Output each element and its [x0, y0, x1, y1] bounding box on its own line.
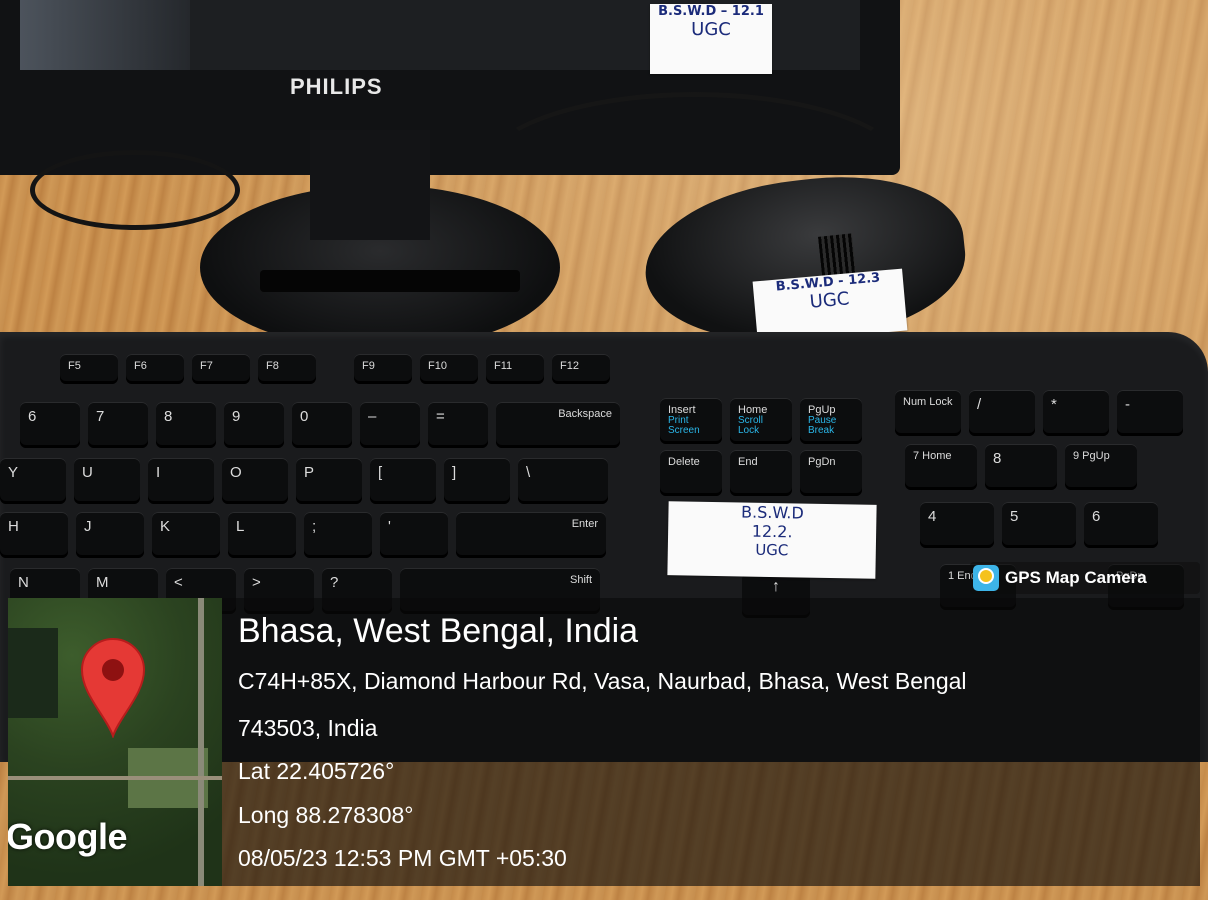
tag-code: B.S.W.D – 12.1 [658, 4, 764, 19]
key-numpad-minus: - [1117, 390, 1183, 436]
monitor-stand-neck [310, 130, 430, 240]
key-6: 6 [20, 402, 80, 448]
latitude: Lat 22.405726° [238, 758, 395, 784]
stand-slot [260, 270, 520, 292]
key-num-lock: Num Lock [895, 390, 961, 436]
home-letter-row: H J K L ; ' Enter [0, 512, 606, 558]
key-f12: F12 [552, 354, 610, 384]
key-numpad-6: 6 [1084, 502, 1158, 548]
key-delete: Delete [660, 450, 722, 496]
key-insert: Insert Print Screen [660, 398, 722, 444]
badge-label: GPS Map Camera [1005, 568, 1147, 587]
gps-camera-app-icon [973, 565, 999, 591]
map-road [198, 598, 204, 886]
key-quote: ' [380, 512, 448, 558]
key-minus: – [360, 402, 420, 448]
key-p: P [296, 458, 362, 504]
key-sublabel: Print Screen [668, 415, 700, 436]
key-8: 8 [156, 402, 216, 448]
longitude: Long 88.278308° [238, 802, 414, 828]
key-sublabel: Scroll Lock [738, 415, 764, 436]
key-f10: F10 [420, 354, 478, 384]
location-pin-icon [80, 638, 146, 738]
address-line-1: C74H+85X, Diamond Harbour Rd, Vasa, Naur… [238, 668, 967, 694]
function-key-row: F5 F6 F7 F8 F9 F10 F11 F12 [60, 354, 610, 384]
key-k: K [152, 512, 220, 558]
key-i: I [148, 458, 214, 504]
key-numpad-8: 8 [985, 444, 1057, 490]
key-semicolon: ; [304, 512, 372, 558]
map-water-area [8, 628, 58, 718]
cable [30, 150, 240, 230]
timestamp: 08/05/23 12:53 PM GMT +05:30 [238, 845, 567, 871]
numpad-row-1: Num Lock / * - [895, 390, 1183, 436]
key-l: L [228, 512, 296, 558]
key-numpad-4: 4 [920, 502, 994, 548]
photo-scene: PHILIPS B.S.W.D – 12.1 UGC B.S.W.D - 12.… [0, 0, 1208, 900]
location-title: Bhasa, West Bengal, India [238, 612, 639, 650]
key-7: 7 [88, 402, 148, 448]
map-thumbnail: Google [8, 598, 222, 886]
key-f9: F9 [354, 354, 412, 384]
number-key-row: 6 7 8 9 0 – = Backspace [20, 402, 620, 448]
key-0: 0 [292, 402, 352, 448]
key-j: J [76, 512, 144, 558]
key-f8: F8 [258, 354, 316, 384]
key-numpad-9: 9 PgUp [1065, 444, 1137, 490]
map-road [8, 776, 222, 780]
navigation-cluster-top: Insert Print Screen Home Scroll Lock PgUp P… [660, 398, 862, 444]
key-h: H [0, 512, 68, 558]
key-f5: F5 [60, 354, 118, 384]
key-f11: F11 [486, 354, 544, 384]
key-numpad-multiply: * [1043, 390, 1109, 436]
tag-org: UGC [691, 19, 731, 40]
map-provider-logo: Google [8, 816, 128, 857]
key-sublabel: Pause Break [808, 415, 837, 436]
key-pgup: PgUp Pause Break [800, 398, 862, 444]
key-y: Y [0, 458, 66, 504]
key-right-bracket: ] [444, 458, 510, 504]
keyboard-asset-tag: B.S.W.D 12.2. UGC [667, 501, 877, 579]
top-letter-row: Y U I O P [ ] \ [0, 458, 608, 504]
key-home: Home Scroll Lock [730, 398, 792, 444]
key-numpad-7: 7 Home [905, 444, 977, 490]
key-backslash: \ [518, 458, 608, 504]
key-enter: Enter [456, 512, 606, 558]
navigation-cluster-mid: Delete End PgDn [660, 450, 862, 496]
key-backspace: Backspace [496, 402, 620, 448]
key-u: U [74, 458, 140, 504]
monitor-asset-tag: B.S.W.D – 12.1 UGC [650, 4, 772, 74]
key-equals: = [428, 402, 488, 448]
screen-reflection [20, 0, 190, 70]
numpad-row-2: 7 Home 8 9 PgUp [905, 444, 1137, 490]
numpad-row-3: 4 5 6 [920, 502, 1158, 548]
key-o: O [222, 458, 288, 504]
address-line-2: 743503, India [238, 715, 378, 741]
mouse-scroll-wheel [818, 233, 856, 277]
key-end: End [730, 450, 792, 496]
key-numpad-divide: / [969, 390, 1035, 436]
key-9: 9 [224, 402, 284, 448]
key-pgdn: PgDn [800, 450, 862, 496]
monitor-brand: PHILIPS [290, 74, 383, 99]
key-f6: F6 [126, 354, 184, 384]
gps-map-camera-badge: GPS Map Camera [970, 562, 1200, 594]
key-left-bracket: [ [370, 458, 436, 504]
tag-org: UGC [755, 540, 789, 560]
key-numpad-5: 5 [1002, 502, 1076, 548]
key-f7: F7 [192, 354, 250, 384]
